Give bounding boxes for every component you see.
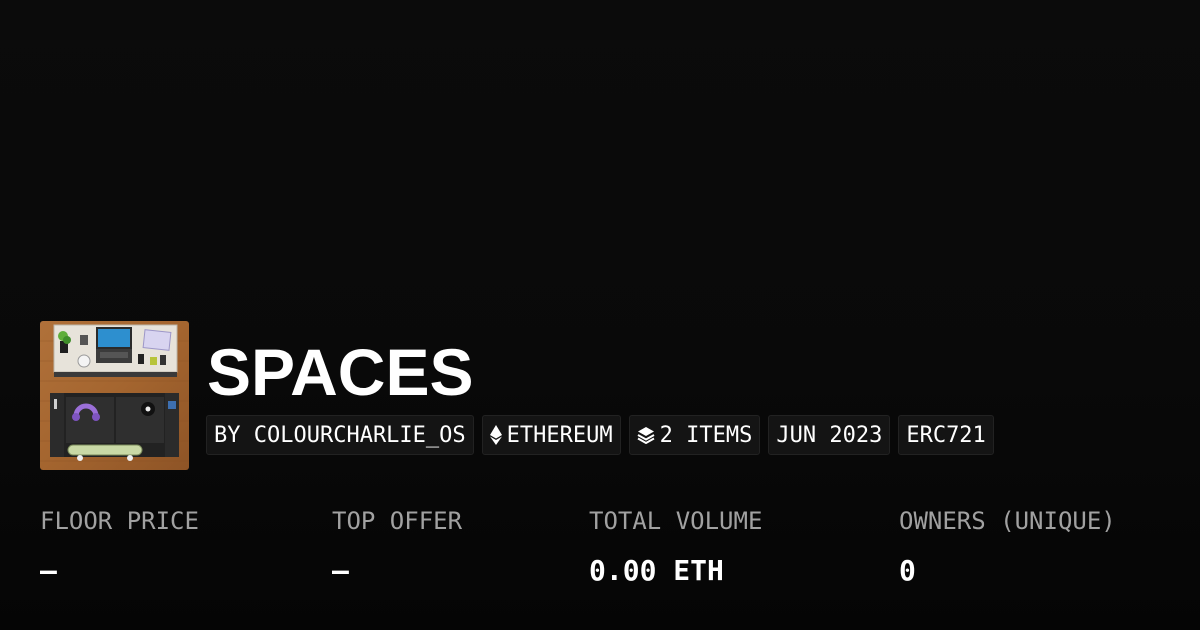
items-label: 2 ITEMS: [659, 422, 753, 448]
top-offer-label: TOP OFFER: [332, 507, 463, 535]
top-offer-value: –: [332, 554, 349, 587]
standard-label: ERC721: [906, 422, 986, 448]
date-tag: JUN 2023: [768, 415, 891, 455]
floor-price-value: –: [40, 554, 57, 587]
total-volume-value: 0.00 ETH: [589, 554, 724, 587]
chain-label: ETHEREUM: [506, 422, 613, 448]
creator-tag[interactable]: BY COLOURCHARLIE_OS: [206, 415, 474, 455]
ethereum-icon: [489, 425, 502, 445]
layers-icon: [637, 426, 655, 444]
standard-tag: ERC721: [898, 415, 994, 455]
floor-price-label: FLOOR PRICE: [40, 507, 199, 535]
items-tag: 2 ITEMS: [628, 415, 761, 455]
owners-label: OWNERS (UNIQUE): [899, 507, 1116, 535]
collection-title: SPACES: [207, 335, 474, 409]
meta-tags: BY COLOURCHARLIE_OS ETHEREUM 2 ITEMS JUN…: [206, 415, 994, 455]
date-label: JUN 2023: [776, 422, 883, 448]
collection-logo: [40, 321, 189, 470]
total-volume-label: TOTAL VOLUME: [589, 507, 763, 535]
chain-tag: ETHEREUM: [481, 415, 621, 455]
creator-label: BY COLOURCHARLIE_OS: [214, 422, 466, 448]
owners-value: 0: [899, 554, 916, 587]
